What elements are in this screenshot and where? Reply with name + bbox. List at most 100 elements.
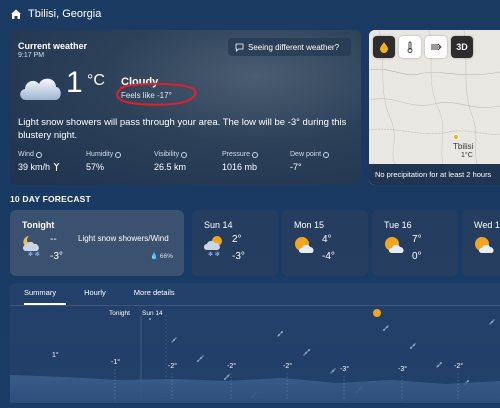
snow-dot — [148, 317, 152, 321]
snow-dot — [493, 319, 495, 321]
current-weather-title: Current weather — [18, 41, 88, 51]
temperature-point-label: -3° — [340, 365, 349, 373]
info-icon[interactable] — [323, 151, 330, 158]
snow-dot — [439, 363, 441, 365]
forecast-day: Sun 14 — [204, 220, 233, 230]
chart-bottom-bar — [10, 403, 500, 408]
snow-dot — [490, 322, 492, 324]
snow-dot — [280, 332, 282, 334]
forecast-low: -3° — [232, 251, 245, 262]
forecast-card-tonight[interactable]: Tonight ✻ ✻ -- -3° Light snow showers/Wi… — [10, 210, 184, 276]
snow-dot — [412, 345, 414, 347]
forecast-card-sun[interactable]: Sun 14 ✻ ✻ 2° -3° — [192, 210, 278, 276]
temperature-point-label: -2° — [168, 362, 177, 370]
weather-map[interactable]: 3D Tbilisi 1°C No precipitation for at l… — [369, 30, 500, 185]
sun-marker-icon — [373, 309, 381, 317]
temperature-unit[interactable]: °C — [87, 72, 105, 90]
snow-dot — [385, 327, 387, 329]
forecast-high: 4° — [322, 234, 332, 245]
home-icon[interactable] — [10, 8, 22, 20]
stat-label: Dew point — [290, 151, 322, 158]
precipitation-layer-button[interactable] — [373, 36, 395, 58]
3d-view-button[interactable]: 3D — [451, 36, 473, 58]
temperature-point-label: 1° — [52, 351, 59, 359]
stat-pressure: Pressure 1016 mb — [222, 151, 290, 172]
location-header: Tbilisi, Georgia — [10, 6, 101, 22]
feedback-button[interactable]: Seeing different weather? — [228, 38, 351, 56]
temperature-chart: Tonight Sun 14 1° -1° -2° -2° -2° -3° -3° -2° — [10, 309, 500, 408]
temperature-layer-button[interactable] — [399, 36, 421, 58]
wind-direction-icon — [53, 163, 60, 171]
temperature-point-label: -1° — [111, 358, 120, 366]
time-label-tonight: Tonight — [109, 310, 130, 317]
info-icon[interactable] — [181, 151, 188, 158]
forecast-high: 2° — [232, 234, 242, 245]
partly-sunny-icon — [475, 237, 494, 253]
hourly-chart-panel: Summary Hourly More details Tonight Sun … — [10, 283, 500, 408]
snow-dot — [304, 353, 306, 355]
stat-value: 26.5 km — [154, 162, 187, 172]
current-time: 9:17 PM — [18, 52, 45, 59]
stat-label: Humidity — [86, 151, 114, 158]
snow-dot — [223, 377, 227, 381]
thermometer-icon — [407, 41, 413, 53]
stat-label: Pressure — [222, 151, 251, 158]
forecast-low: -3° — [50, 251, 63, 262]
snow-dot — [226, 376, 228, 378]
feedback-label: Seeing different weather? — [248, 42, 340, 52]
snow-dot — [199, 358, 201, 360]
stat-value: 1016 mb — [222, 162, 258, 172]
snow-dot — [436, 366, 438, 368]
precip-value: 66% — [159, 253, 173, 260]
stat-dew-point: Dew point -7° — [290, 151, 358, 172]
svg-text:✻ ✻: ✻ ✻ — [208, 251, 220, 256]
stat-label: Wind — [18, 151, 34, 158]
chat-icon — [235, 43, 244, 52]
map-toolbar: 3D — [373, 36, 473, 58]
location-name[interactable]: Tbilisi, Georgia — [28, 8, 101, 20]
moon-cloud-snow-icon: ✻ ✻ — [23, 236, 40, 256]
current-temperature: 1 — [66, 66, 83, 99]
stat-humidity: Humidity 57% — [86, 151, 154, 172]
snow-dot — [409, 346, 413, 350]
forecast-card-wed[interactable]: Wed 17 — [462, 210, 500, 276]
wind-layer-button[interactable] — [425, 36, 447, 58]
info-icon[interactable] — [115, 151, 122, 158]
snow-dot — [331, 371, 333, 373]
forecast-day: Wed 17 — [474, 220, 500, 230]
snow-dot — [382, 328, 386, 332]
snow-dot — [330, 372, 332, 374]
forecast-low: -4° — [322, 251, 335, 262]
snow-dot — [489, 323, 491, 325]
temperature-point-label: -2° — [227, 362, 236, 370]
snow-dot — [202, 355, 204, 357]
droplet-icon: 💧 — [150, 253, 159, 260]
forecast-card-tue[interactable]: Tue 16 7° 0° — [372, 210, 458, 276]
stat-wind: Wind 39 km/h — [18, 151, 86, 172]
weather-stats: Wind 39 km/h Humidity 57% Visibility 26.… — [18, 151, 358, 172]
forecast-precip: 💧 66% — [150, 252, 173, 260]
forecast-card-mon[interactable]: Mon 15 4° -4° — [282, 210, 368, 276]
wind-arrow-icon — [431, 43, 442, 51]
snow-dot — [171, 341, 173, 343]
stat-value: 57% — [86, 162, 105, 172]
raindrop-icon — [380, 42, 388, 53]
partly-sunny-icon — [295, 237, 314, 253]
forecast-day: Mon 15 — [294, 220, 325, 230]
current-weather-card: Current weather 9:17 PM Seeing different… — [10, 30, 361, 185]
snow-dot — [303, 354, 305, 356]
forecast-description: Light snow showers/Wind — [78, 234, 169, 243]
snow-dot — [307, 350, 309, 352]
map-status: No precipitation for at least 2 hours — [369, 164, 500, 185]
snow-dot — [334, 368, 336, 370]
snow-dot — [175, 337, 177, 339]
info-icon[interactable] — [252, 151, 259, 158]
stat-value: -7° — [290, 162, 302, 172]
info-icon[interactable] — [35, 151, 42, 158]
forecast-title: 10 DAY FORECAST — [10, 194, 91, 204]
snow-dot — [196, 359, 200, 363]
map-city-label: Tbilisi — [453, 142, 474, 151]
forecast-high: -- — [50, 234, 57, 245]
snow-dot — [466, 381, 468, 383]
stat-visibility: Visibility 26.5 km — [154, 151, 222, 172]
